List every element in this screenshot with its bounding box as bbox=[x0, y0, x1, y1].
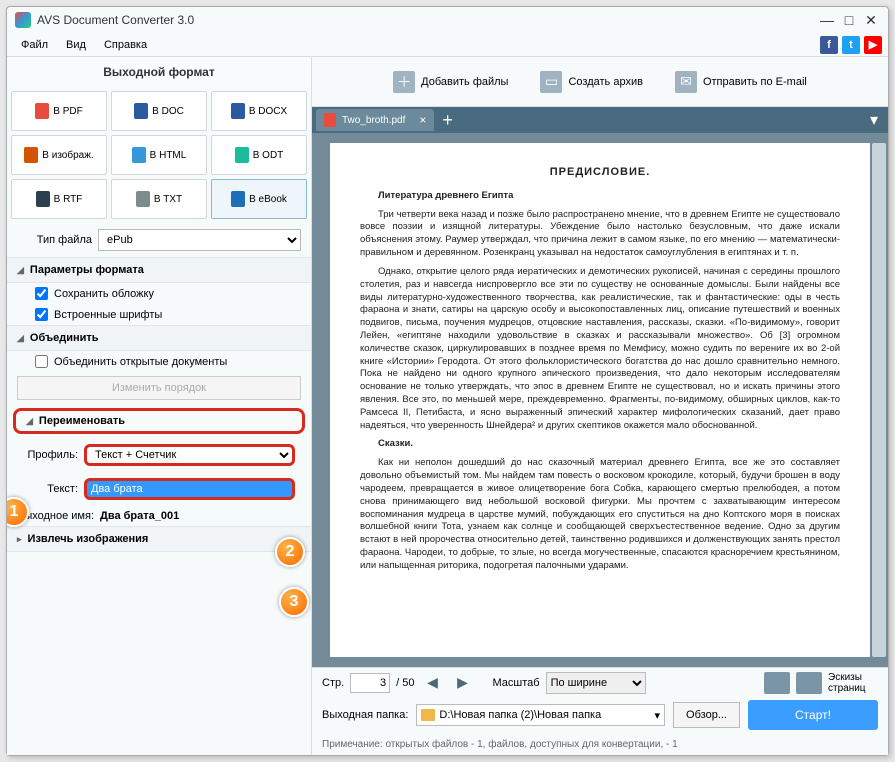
prev-page-button[interactable]: ◀ bbox=[421, 672, 445, 694]
section-rename[interactable]: ◢ Переименовать bbox=[13, 408, 305, 434]
tab-dropdown-icon[interactable]: ▾ bbox=[864, 110, 884, 130]
menu-help[interactable]: Справка bbox=[96, 36, 155, 54]
callout-2: 2 bbox=[275, 537, 305, 567]
format-image[interactable]: В изображ. bbox=[11, 135, 107, 175]
maximize-button[interactable]: □ bbox=[840, 11, 858, 29]
zoom-label: Масштаб bbox=[493, 677, 540, 689]
menu-view[interactable]: Вид bbox=[58, 36, 94, 54]
docx-icon bbox=[231, 103, 245, 119]
status-note: Примечание: открытых файлов - 1, файлов,… bbox=[312, 733, 888, 755]
collapse-icon: ◢ bbox=[17, 265, 24, 276]
preview-area: ПРЕДИСЛОВИЕ. Литература древнего Египта … bbox=[312, 133, 888, 667]
archive-icon: ▭ bbox=[540, 71, 562, 93]
create-archive-button[interactable]: ▭Создать архив bbox=[530, 65, 652, 99]
doc-icon bbox=[134, 103, 148, 119]
collapse-icon: ◢ bbox=[26, 416, 33, 427]
page-number-input[interactable] bbox=[350, 673, 390, 693]
plus-icon: ＋ bbox=[393, 71, 415, 93]
checkbox-merge-open[interactable] bbox=[35, 355, 48, 368]
outfolder-path-field[interactable]: D:\Новая папка (2)\Новая папка ▾ bbox=[416, 704, 665, 726]
window-title: AVS Document Converter 3.0 bbox=[37, 13, 194, 27]
chevron-down-icon: ▾ bbox=[655, 709, 661, 722]
sidebar: Выходной формат В PDF В DOC В DOCX В изо… bbox=[7, 57, 312, 755]
minimize-button[interactable]: — bbox=[818, 11, 836, 29]
format-docx[interactable]: В DOCX bbox=[211, 91, 307, 131]
print-icon[interactable] bbox=[764, 672, 790, 694]
send-email-button[interactable]: ✉Отправить по E-mail bbox=[665, 65, 817, 99]
txt-icon bbox=[136, 191, 150, 207]
tabstrip: Two_broth.pdf × + ▾ bbox=[312, 107, 888, 133]
thumbs-label: Эскизы страниц bbox=[828, 672, 878, 694]
profile-label: Профиль: bbox=[23, 449, 78, 461]
section-format-params[interactable]: ◢Параметры формата bbox=[7, 257, 311, 283]
page-total: / 50 bbox=[396, 677, 414, 689]
outfolder-label: Выходная папка: bbox=[322, 709, 408, 721]
filetype-label: Тип файла bbox=[17, 234, 92, 246]
youtube-icon[interactable]: ▶ bbox=[864, 36, 882, 54]
format-txt[interactable]: В TXT bbox=[111, 179, 207, 219]
email-icon: ✉ bbox=[675, 71, 697, 93]
rtf-icon bbox=[36, 191, 50, 207]
ebook-icon bbox=[231, 191, 245, 207]
facebook-icon[interactable]: f bbox=[820, 36, 838, 54]
format-pdf[interactable]: В PDF bbox=[11, 91, 107, 131]
expand-icon: ▸ bbox=[17, 534, 22, 545]
format-odt[interactable]: В ODT bbox=[211, 135, 307, 175]
format-html[interactable]: В HTML bbox=[111, 135, 207, 175]
document-page: ПРЕДИСЛОВИЕ. Литература древнего Египта … bbox=[330, 143, 870, 657]
app-icon bbox=[15, 12, 31, 28]
image-icon bbox=[24, 147, 38, 163]
section-extract-images[interactable]: ▸Извлечь изображения bbox=[7, 526, 311, 552]
outname-value: Два брата_001 bbox=[100, 510, 179, 522]
scrollbar[interactable] bbox=[872, 143, 886, 657]
collapse-icon: ◢ bbox=[17, 333, 24, 344]
change-order-button: Изменить порядок bbox=[17, 376, 301, 400]
close-button[interactable]: ✕ bbox=[862, 11, 880, 29]
checkbox-save-cover[interactable] bbox=[35, 287, 48, 300]
tab-add-button[interactable]: + bbox=[434, 110, 461, 131]
text-input[interactable] bbox=[84, 478, 295, 500]
folder-icon bbox=[421, 709, 435, 721]
zoom-select[interactable]: По ширине bbox=[546, 672, 646, 694]
sidebar-header: Выходной формат bbox=[7, 57, 311, 87]
preview-title: ПРЕДИСЛОВИЕ. bbox=[360, 165, 840, 180]
document-tab[interactable]: Two_broth.pdf × bbox=[316, 109, 434, 131]
pdf-file-icon bbox=[324, 113, 336, 127]
output-bar: Выходная папка: D:\Новая папка (2)\Новая… bbox=[312, 697, 888, 733]
menubar: Файл Вид Справка f t ▶ bbox=[7, 33, 888, 57]
callout-3: 3 bbox=[279, 587, 309, 617]
format-doc[interactable]: В DOC bbox=[111, 91, 207, 131]
html-icon bbox=[132, 147, 146, 163]
page-nav-bar: Стр. / 50 ◀ ▶ Масштаб По ширине Эскизы с… bbox=[312, 667, 888, 697]
odt-icon bbox=[235, 147, 249, 163]
format-rtf[interactable]: В RTF bbox=[11, 179, 107, 219]
format-ebook[interactable]: В eBook bbox=[211, 179, 307, 219]
tab-close-icon[interactable]: × bbox=[419, 113, 426, 127]
pdf-icon bbox=[35, 103, 49, 119]
text-label: Текст: bbox=[23, 483, 78, 495]
page-label: Стр. bbox=[322, 677, 344, 689]
menu-file[interactable]: Файл bbox=[13, 36, 56, 54]
thumbnails-icon[interactable] bbox=[796, 672, 822, 694]
checkbox-embed-fonts[interactable] bbox=[35, 308, 48, 321]
next-page-button[interactable]: ▶ bbox=[451, 672, 475, 694]
toolbar: ＋Добавить файлы ▭Создать архив ✉Отправит… bbox=[312, 57, 888, 107]
filetype-select[interactable]: ePub bbox=[98, 229, 301, 251]
add-files-button[interactable]: ＋Добавить файлы bbox=[383, 65, 518, 99]
profile-select[interactable]: Текст + Счетчик bbox=[84, 444, 295, 466]
browse-button[interactable]: Обзор... bbox=[673, 702, 740, 728]
start-button[interactable]: Старт! bbox=[748, 700, 878, 730]
twitter-icon[interactable]: t bbox=[842, 36, 860, 54]
titlebar: AVS Document Converter 3.0 — □ ✕ bbox=[7, 7, 888, 33]
section-merge[interactable]: ◢Объединить bbox=[7, 325, 311, 351]
